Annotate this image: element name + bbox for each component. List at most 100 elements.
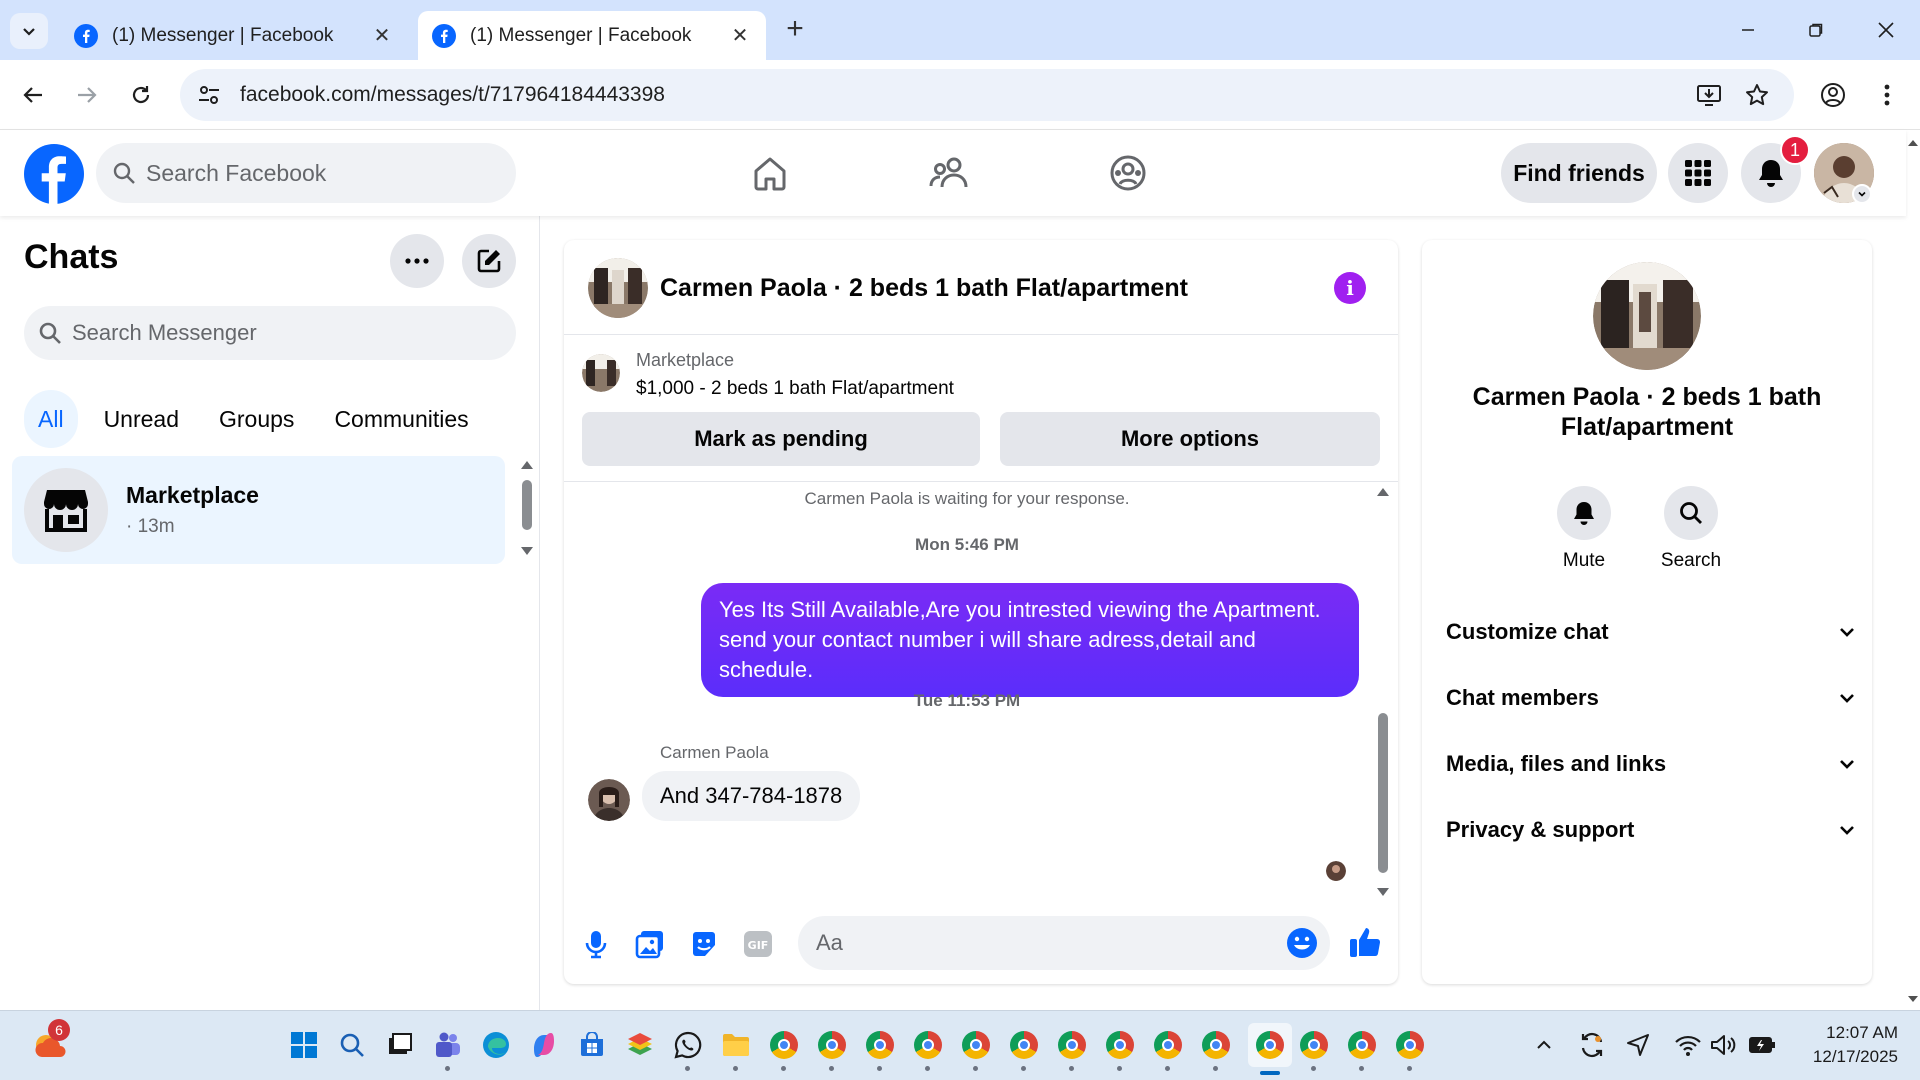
close-window-button[interactable] — [1866, 10, 1906, 50]
page-scrollbar[interactable] — [1906, 130, 1920, 1010]
url-text[interactable]: facebook.com/messages/t/717964184443398 — [240, 83, 665, 107]
show-hidden-icons[interactable] — [1526, 1027, 1562, 1063]
scroll-thumb[interactable] — [522, 480, 532, 530]
battery-tray-icon[interactable] — [1744, 1027, 1780, 1063]
sticker-button[interactable] — [686, 926, 722, 962]
filter-all[interactable]: All — [24, 390, 78, 448]
bookmark-button[interactable] — [1740, 78, 1774, 112]
store-app[interactable] — [574, 1027, 610, 1063]
tab-close-icon[interactable]: ✕ — [370, 24, 394, 48]
nav-friends[interactable] — [924, 148, 974, 198]
chrome-window-2[interactable] — [814, 1027, 850, 1071]
file-explorer-app[interactable] — [718, 1027, 754, 1071]
outgoing-message[interactable]: Yes Its Still Available,Are you intreste… — [701, 583, 1359, 697]
browser-menu-button[interactable] — [1870, 78, 1904, 112]
chrome-window-13[interactable] — [1344, 1027, 1380, 1071]
chrome-window-10[interactable] — [1198, 1027, 1234, 1071]
volume-tray-icon[interactable] — [1706, 1027, 1742, 1063]
account-caret[interactable] — [1852, 184, 1872, 204]
thread-scrollbar[interactable] — [1374, 483, 1392, 903]
chrome-window-1[interactable] — [766, 1027, 802, 1071]
chat-list-item[interactable]: Marketplace · 13m — [12, 456, 505, 564]
scroll-up-icon[interactable] — [1906, 136, 1920, 150]
more-options-button[interactable]: More options — [1000, 412, 1380, 466]
scroll-down-icon[interactable] — [518, 544, 536, 558]
install-app-button[interactable] — [1692, 78, 1726, 112]
nav-home[interactable] — [745, 148, 795, 198]
mute-button[interactable] — [1557, 486, 1611, 540]
teams-app[interactable] — [430, 1027, 466, 1071]
scroll-thumb[interactable] — [1378, 713, 1388, 873]
info-icon[interactable]: i — [1334, 272, 1366, 304]
forward-button[interactable] — [68, 76, 106, 114]
new-tab-button[interactable]: + — [780, 12, 810, 45]
system-clock[interactable]: 12:07 AM 12/17/2025 — [1813, 1021, 1898, 1069]
location-tray-icon[interactable] — [1620, 1027, 1656, 1063]
filter-communities[interactable]: Communities — [320, 390, 482, 448]
scroll-up-icon[interactable] — [518, 458, 536, 472]
message-input[interactable]: Aa — [798, 916, 1330, 970]
chrome-window-6[interactable] — [1006, 1027, 1042, 1071]
conversation-title[interactable]: Carmen Paola · 2 beds 1 bath Flat/apartm… — [660, 274, 1188, 303]
section-customize-chat[interactable]: Customize chat — [1446, 612, 1856, 652]
section-media-files-links[interactable]: Media, files and links — [1446, 744, 1856, 784]
copilot-app[interactable] — [526, 1027, 562, 1063]
chrome-window-3[interactable] — [862, 1027, 898, 1071]
gif-button[interactable]: GIF — [740, 926, 776, 962]
bluestacks-app[interactable] — [622, 1027, 658, 1063]
section-chat-members[interactable]: Chat members — [1446, 678, 1856, 718]
taskbar-search[interactable] — [334, 1027, 370, 1063]
scroll-down-icon[interactable] — [1906, 992, 1920, 1006]
facebook-search[interactable]: Search Facebook — [96, 143, 516, 203]
chrome-window-4[interactable] — [910, 1027, 946, 1071]
new-message-button[interactable] — [462, 234, 516, 288]
address-bar[interactable]: facebook.com/messages/t/717964184443398 — [180, 69, 1794, 121]
task-view-button[interactable] — [382, 1027, 418, 1063]
reload-button[interactable] — [122, 76, 160, 114]
mark-as-pending-button[interactable]: Mark as pending — [582, 412, 980, 466]
attach-media-button[interactable] — [632, 926, 668, 962]
voice-clip-button[interactable] — [578, 926, 614, 962]
listing-thumbnail[interactable] — [582, 354, 620, 392]
profile-button[interactable] — [1816, 78, 1850, 112]
chrome-window-5[interactable] — [958, 1027, 994, 1071]
find-friends-button[interactable]: Find friends — [1501, 143, 1657, 203]
mute-action[interactable]: Mute — [1539, 486, 1629, 572]
chrome-window-9[interactable] — [1150, 1027, 1186, 1071]
browser-tab[interactable]: (1) Messenger | Facebook ✕ — [60, 11, 408, 60]
like-button[interactable] — [1346, 922, 1386, 962]
back-button[interactable] — [14, 76, 52, 114]
chrome-window-14[interactable] — [1392, 1027, 1428, 1071]
start-button[interactable] — [286, 1027, 322, 1063]
menu-button[interactable] — [1668, 143, 1728, 203]
messenger-search[interactable]: Search Messenger — [24, 306, 516, 360]
whatsapp-app[interactable] — [670, 1027, 706, 1071]
chrome-window-7[interactable] — [1054, 1027, 1090, 1071]
site-settings-icon[interactable] — [196, 82, 222, 108]
scroll-up-icon[interactable] — [1374, 485, 1392, 499]
section-privacy-support[interactable]: Privacy & support — [1446, 810, 1856, 850]
listing-price-title[interactable]: $1,000 - 2 beds 1 bath Flat/apartment — [636, 378, 954, 400]
chrome-window-active[interactable] — [1248, 1023, 1292, 1075]
search-in-chat-button[interactable] — [1664, 486, 1718, 540]
facebook-logo-icon[interactable] — [24, 144, 84, 204]
sender-avatar[interactable] — [588, 779, 630, 821]
minimize-button[interactable] — [1728, 10, 1768, 50]
sync-tray-icon[interactable] — [1574, 1027, 1610, 1063]
chat-list-scrollbar[interactable] — [518, 456, 536, 566]
incoming-message[interactable]: And 347-784-1878 — [642, 771, 861, 821]
filter-groups[interactable]: Groups — [205, 390, 308, 448]
chat-options-button[interactable] — [390, 234, 444, 288]
restore-button[interactable] — [1796, 10, 1836, 50]
scroll-down-icon[interactable] — [1374, 885, 1392, 899]
edge-app[interactable] — [478, 1027, 514, 1063]
wifi-tray-icon[interactable] — [1670, 1027, 1706, 1063]
details-avatar[interactable] — [1593, 262, 1701, 370]
chrome-window-8[interactable] — [1102, 1027, 1138, 1071]
nav-groups[interactable] — [1103, 148, 1153, 198]
browser-tab-active[interactable]: (1) Messenger | Facebook ✕ — [418, 11, 766, 60]
filter-unread[interactable]: Unread — [90, 390, 193, 448]
chrome-window-12[interactable] — [1296, 1027, 1332, 1071]
emoji-icon[interactable] — [1286, 927, 1318, 959]
tab-search-button[interactable] — [10, 13, 48, 49]
